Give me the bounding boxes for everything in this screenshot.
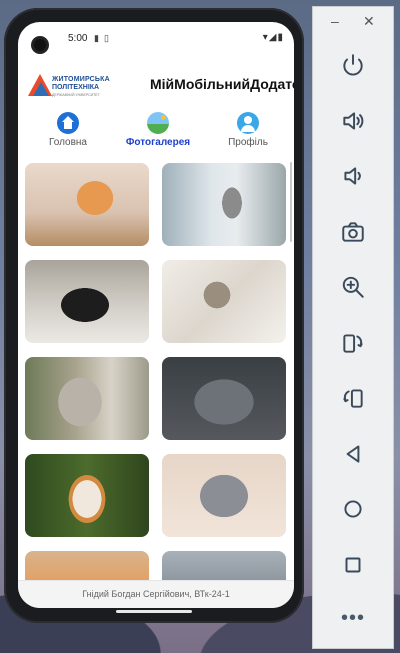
logo-text-line3: ДЕРЖАВНИЙ УНІВЕРСИТЕТ	[52, 93, 100, 97]
phone-frame: 5:00 ▮ ▯ ▾◢▮ ЖИТОМИРСЬКА ПОЛІТЕХНІКА ДЕР…	[4, 8, 304, 623]
home-button[interactable]	[333, 491, 373, 527]
gesture-home-bar[interactable]	[116, 610, 192, 613]
gallery-photo-1[interactable]	[25, 163, 149, 246]
zoom-icon	[342, 276, 364, 298]
volume-up-button[interactable]	[333, 103, 373, 139]
app-bar: ЖИТОМИРСЬКА ПОЛІТЕХНІКА ДЕРЖАВНИЙ УНІВЕР…	[18, 60, 294, 106]
gallery-photo-9[interactable]	[25, 551, 149, 580]
footer: Гнідий Богдан Сергійович, ВТк-24-1	[18, 580, 294, 608]
volume-down-button[interactable]	[333, 158, 373, 194]
camera-cutout	[34, 39, 46, 51]
tab-gallery-label: Фотогалерея	[125, 137, 191, 148]
footer-author-text: Гнідий Богдан Сергійович, ВТк-24-1	[82, 589, 230, 599]
tab-gallery[interactable]: Фотогалерея	[118, 112, 198, 148]
rotate-left-button[interactable]	[333, 325, 373, 361]
overview-icon	[345, 557, 361, 573]
tab-home[interactable]: Головна	[28, 112, 108, 148]
gallery-photo-8[interactable]	[162, 454, 286, 537]
gallery-photo-2[interactable]	[162, 163, 286, 246]
logo-text-line1: ЖИТОМИРСЬКА	[52, 76, 110, 83]
rotate-left-icon	[343, 334, 363, 353]
signal-battery-icons: ▾◢▮	[262, 32, 284, 43]
home-circle-icon	[344, 500, 362, 518]
app-title: МійМобільнийДодаток	[150, 76, 294, 92]
phone-screen: 5:00 ▮ ▯ ▾◢▮ ЖИТОМИРСЬКА ПОЛІТЕХНІКА ДЕР…	[18, 22, 294, 608]
back-icon	[346, 445, 360, 463]
volume-down-icon	[344, 167, 361, 185]
status-bar: 5:00 ▮ ▯ ▾◢▮	[18, 22, 294, 51]
power-button[interactable]	[333, 47, 373, 83]
gallery-photo-4[interactable]	[162, 260, 286, 343]
gallery-scrollbar[interactable]	[290, 162, 292, 242]
sd-card-icon: ▮	[94, 33, 99, 43]
gallery-photo-3[interactable]	[25, 260, 149, 343]
tab-profile-label: Профіль	[228, 137, 268, 148]
screenshot-button[interactable]	[333, 214, 373, 250]
profile-icon	[237, 112, 259, 134]
logo-inner-triangle-icon	[33, 82, 49, 96]
rotate-right-button[interactable]	[333, 380, 373, 416]
gallery-photo-10[interactable]	[162, 551, 286, 580]
home-icon	[57, 112, 79, 134]
power-icon	[343, 54, 363, 76]
tab-profile[interactable]: Профіль	[208, 112, 288, 148]
more-options-button[interactable]: •••	[313, 607, 393, 630]
status-time: 5:00	[68, 33, 88, 44]
gallery-photo-7[interactable]	[25, 454, 149, 537]
back-button[interactable]	[333, 436, 373, 472]
emulator-toolbar: – ✕ •••	[312, 6, 394, 649]
gallery-icon	[147, 112, 169, 134]
logo-text-line2: ПОЛІТЕХНІКА	[52, 84, 100, 91]
university-logo: ЖИТОМИРСЬКА ПОЛІТЕХНІКА ДЕРЖАВНИЙ УНІВЕР…	[28, 74, 120, 104]
volume-up-icon	[343, 112, 364, 130]
toolbar-window-controls: – ✕	[313, 7, 393, 39]
tab-bar: Головна Фотогалерея Профіль	[18, 112, 294, 156]
tab-home-label: Головна	[49, 137, 87, 148]
close-button[interactable]: ✕	[363, 13, 375, 30]
photo-gallery-grid[interactable]	[18, 162, 294, 580]
zoom-button[interactable]	[333, 269, 373, 305]
gallery-photo-6[interactable]	[162, 357, 286, 440]
overview-button[interactable]	[333, 547, 373, 583]
notification-icon: ▯	[104, 33, 109, 43]
rotate-right-icon	[343, 389, 363, 408]
camera-icon	[342, 222, 364, 242]
minimize-button[interactable]: –	[331, 13, 339, 29]
gallery-photo-5[interactable]	[25, 357, 149, 440]
